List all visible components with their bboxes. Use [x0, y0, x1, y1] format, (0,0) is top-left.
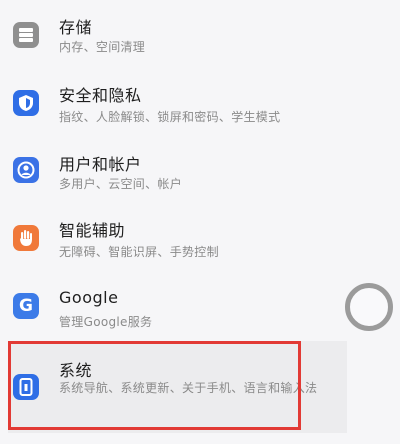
settings-item-title: 智能辅助	[59, 221, 126, 240]
storage-icon	[13, 22, 39, 48]
settings-item-security-privacy[interactable]: 安全和隐私 指纹、人脸解锁、锁屏和密码、学生模式	[0, 78, 400, 140]
user-icon	[13, 157, 39, 183]
assistive-touch-icon[interactable]	[345, 283, 393, 331]
settings-item-title: 存储	[59, 18, 93, 37]
highlight-box	[8, 341, 301, 430]
settings-item-subtitle: 多用户、云空间、帐户	[59, 177, 183, 191]
settings-item-subtitle: 指纹、人脸解锁、锁屏和密码、学生模式	[59, 110, 281, 124]
settings-item-subtitle: 管理Google服务	[59, 315, 153, 329]
google-g-icon: G	[13, 293, 39, 319]
settings-item-users-accounts[interactable]: 用户和帐户 多用户、云空间、帐户	[0, 148, 400, 210]
settings-item-subtitle: 内存、空间清理	[59, 40, 146, 54]
settings-item-google[interactable]: G Google 管理Google服务	[0, 283, 400, 341]
settings-item-subtitle: 无障碍、智能识屏、手势控制	[59, 245, 219, 259]
settings-item-title: 安全和隐私	[59, 86, 142, 105]
settings-list: 存储 内存、空间清理 安全和隐私 指纹、人脸解锁、锁屏和密码、学生模式 用户和帐…	[0, 0, 400, 444]
settings-item-title: 用户和帐户	[59, 155, 142, 174]
shield-icon	[13, 90, 39, 116]
settings-item-title: Google	[59, 288, 119, 307]
hand-icon	[13, 225, 39, 251]
settings-item-storage[interactable]: 存储 内存、空间清理	[0, 0, 400, 60]
settings-item-accessibility[interactable]: 智能辅助 无障碍、智能识屏、手势控制	[0, 213, 400, 275]
